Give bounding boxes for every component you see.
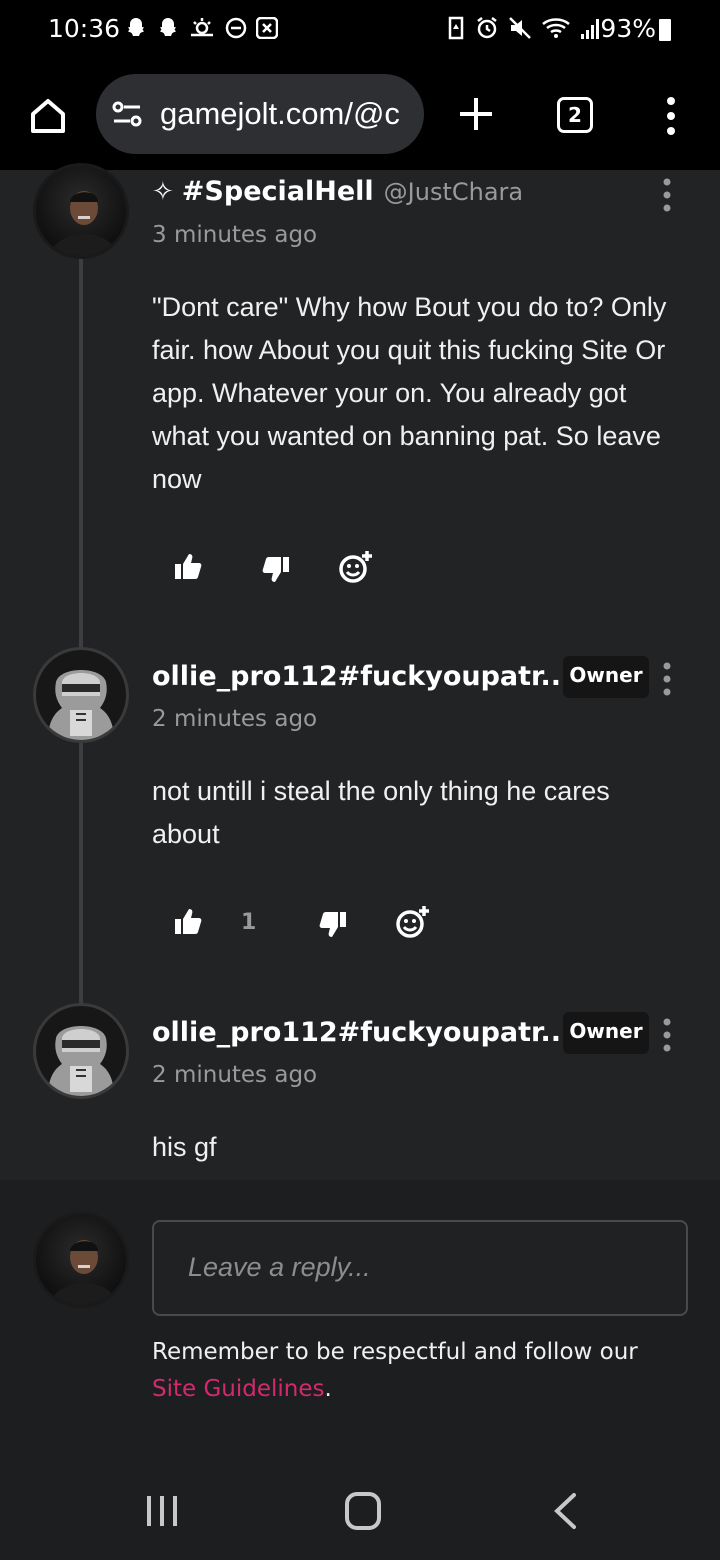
comment-time[interactable]: 2 minutes ago (152, 706, 317, 732)
recycle-icon (448, 16, 464, 40)
comment-header: ollie_pro112#fuckyoupatr... (152, 661, 571, 692)
thumbs-up-icon[interactable] (174, 553, 202, 581)
avatar[interactable] (33, 1003, 129, 1099)
battery-icon (659, 19, 671, 41)
comment-time[interactable]: 2 minutes ago (152, 1062, 317, 1088)
comment-header: ollie_pro112#fuckyoupatr... (152, 1017, 571, 1048)
browser-toolbar: gamejolt.com/@c 2 (0, 62, 720, 170)
more-menu-icon[interactable] (664, 96, 678, 136)
comment-author[interactable]: ollie_pro112#fuckyoupatr... (152, 1017, 571, 1048)
site-guidelines-link[interactable]: Site Guidelines (152, 1376, 325, 1402)
thumbs-up-icon[interactable] (174, 908, 202, 936)
comment-author[interactable]: ollie_pro112#fuckyoupatr... (152, 661, 571, 692)
owner-badge: Owner (563, 656, 649, 698)
hooded-figure-avatar (48, 670, 114, 740)
comment-author[interactable]: #SpecialHell (182, 176, 374, 207)
site-settings-icon[interactable] (112, 101, 142, 127)
comment-menu-icon[interactable] (661, 178, 673, 212)
alarm-icon (477, 17, 497, 39)
thumbs-down-icon[interactable] (319, 910, 347, 938)
guidelines-text: Remember to be respectful and follow our (152, 1339, 638, 1365)
add-reaction-icon[interactable] (338, 550, 374, 584)
status-time: 10:36 (48, 14, 121, 43)
guidelines-end: . (324, 1376, 332, 1402)
avatar[interactable] (33, 163, 129, 259)
comment-body: his gf (152, 1132, 217, 1162)
mute-icon (509, 17, 531, 39)
url-text[interactable]: gamejolt.com/@c (160, 96, 400, 132)
reply-input[interactable]: Leave a reply... (152, 1220, 688, 1316)
recent-apps-icon[interactable] (146, 1494, 178, 1528)
app-notification-icon (256, 17, 278, 39)
thread-line (79, 258, 83, 1018)
notification-icons (124, 16, 278, 40)
snapchat-icon (128, 18, 144, 36)
wifi-icon (542, 18, 570, 38)
add-reaction-icon[interactable] (395, 905, 431, 939)
hooded-figure-avatar (48, 1026, 114, 1096)
system-icons (446, 16, 602, 40)
battery-percent: 93% (600, 14, 656, 43)
comment-header: ✧ #SpecialHell @JustChara (152, 176, 523, 207)
do-not-disturb-icon (225, 17, 247, 39)
snapchat-icon (160, 18, 176, 36)
back-icon[interactable] (552, 1492, 578, 1530)
signal-icon (581, 19, 599, 39)
weather-icon (191, 18, 213, 37)
comment-menu-icon[interactable] (661, 662, 673, 696)
thumbs-down-icon[interactable] (262, 555, 290, 583)
home-icon[interactable] (28, 96, 68, 136)
sparkle-icon: ✧ (152, 177, 174, 207)
like-count: 1 (241, 910, 257, 935)
guidelines-note: Remember to be respectful and follow our… (152, 1334, 692, 1408)
url-bar[interactable]: gamejolt.com/@c (96, 74, 424, 154)
comment-handle[interactable]: @JustChara (384, 178, 523, 206)
tab-switcher-button[interactable]: 2 (557, 97, 593, 133)
system-nav-bar (0, 1462, 720, 1560)
reply-placeholder: Leave a reply... (188, 1252, 371, 1282)
user-photo (50, 191, 118, 256)
comment-body: not untill i steal the only thing he car… (152, 776, 610, 849)
new-tab-icon[interactable] (458, 96, 494, 132)
owner-badge: Owner (563, 1012, 649, 1054)
comment-time[interactable]: 3 minutes ago (152, 222, 317, 248)
avatar[interactable] (33, 647, 129, 743)
my-avatar (33, 1212, 129, 1308)
comment-body: "Dont care" Why how Bout you do to? Only… (152, 292, 667, 494)
comment-menu-icon[interactable] (661, 1018, 673, 1052)
home-button[interactable] (345, 1492, 381, 1530)
status-bar: 10:36 93% (0, 0, 720, 62)
